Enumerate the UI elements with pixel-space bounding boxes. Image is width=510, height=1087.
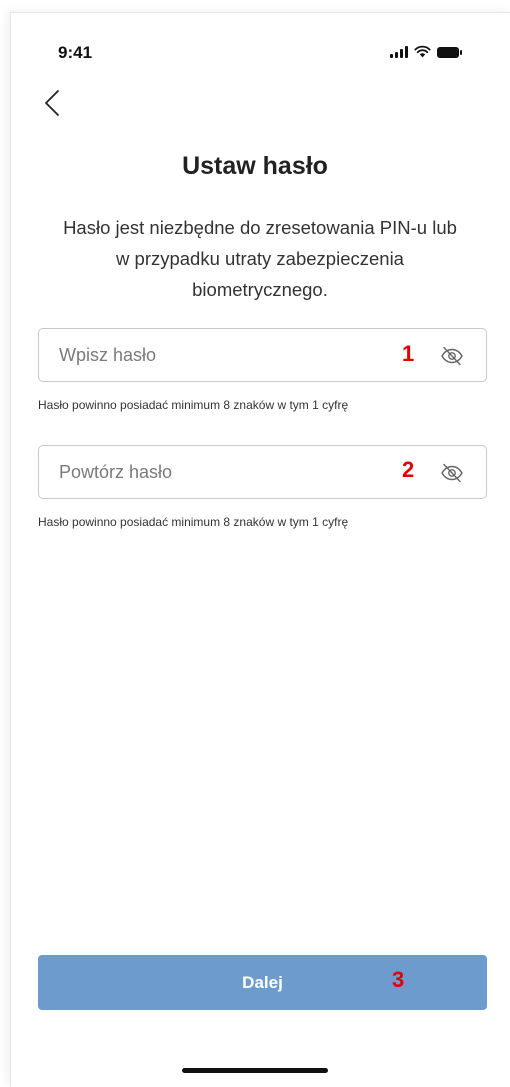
next-button-label: Dalej — [242, 972, 283, 992]
annotation-marker-2: 2 — [402, 457, 415, 482]
intro-text: Hasło jest niezbędne do zresetowania PIN… — [63, 217, 457, 300]
password-hint: Hasło powinno posiadać minimum 8 znaków … — [38, 398, 349, 412]
annotation-marker-3: 3 — [392, 967, 405, 992]
signal-icon — [390, 46, 408, 58]
page-title: Ustaw hasło — [182, 152, 328, 180]
status-time: 9:41 — [58, 43, 93, 62]
repeat-password-hint: Hasło powinno posiadać minimum 8 znaków … — [38, 515, 349, 529]
annotation-marker-1: 1 — [402, 341, 415, 366]
next-button[interactable]: Dalej — [38, 955, 487, 1010]
toggle-password-visibility-button[interactable] — [440, 344, 464, 368]
chevron-left-icon — [45, 90, 59, 116]
toggle-repeat-password-visibility-button[interactable] — [440, 461, 464, 485]
status-bar: 9:41 — [0, 0, 510, 90]
wifi-icon — [414, 45, 431, 58]
password-field[interactable] — [38, 328, 487, 382]
back-button[interactable] — [38, 86, 68, 120]
repeat-password-field[interactable] — [38, 445, 487, 499]
eye-off-icon — [441, 463, 463, 483]
repeat-password-input[interactable] — [59, 446, 379, 498]
eye-off-icon — [441, 346, 463, 366]
password-input[interactable] — [59, 329, 379, 381]
status-icons — [390, 45, 462, 58]
battery-icon — [437, 47, 462, 58]
home-indicator — [182, 1068, 328, 1073]
